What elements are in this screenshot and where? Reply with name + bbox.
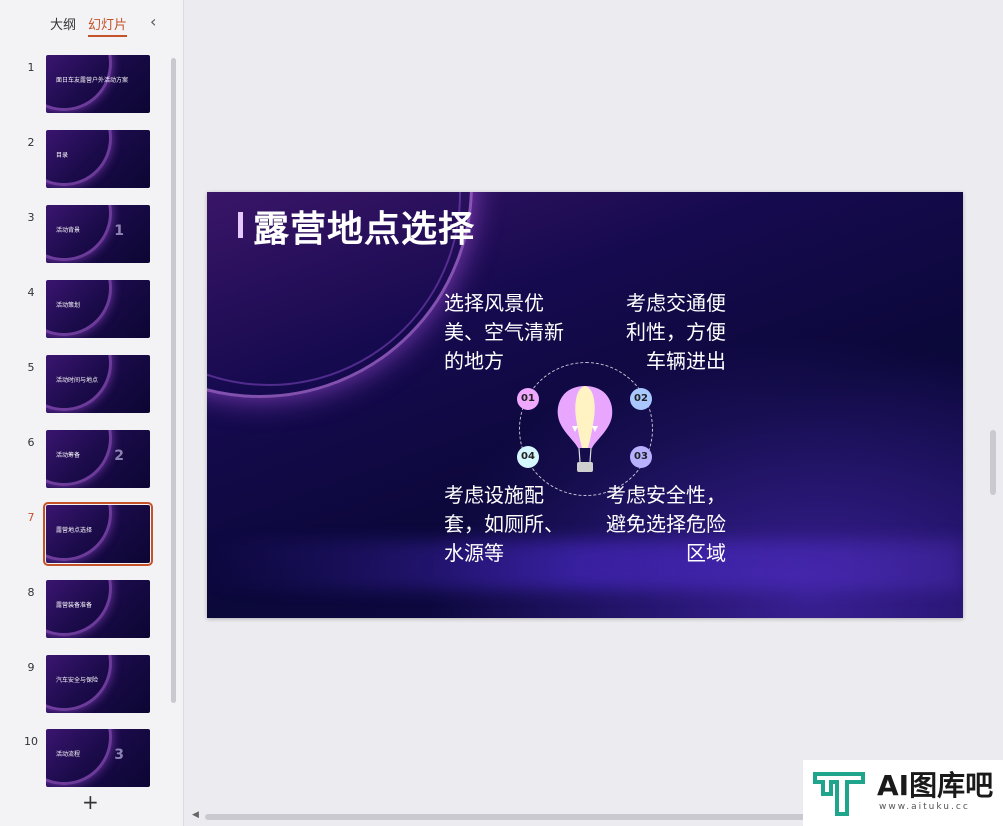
watermark-url: www.aituku.cc (879, 802, 970, 812)
thumbnail-title: 活动背景 (56, 227, 81, 234)
thumbnail-row[interactable]: 9 汽车安全与保险 (0, 655, 170, 715)
thumbnail-title: 露营装备准备 (56, 602, 93, 609)
slide-thumbnail[interactable]: 汽车安全与保险 (46, 655, 150, 713)
watermark-logo-icon (813, 772, 865, 816)
horizontal-scrollbar[interactable] (205, 814, 805, 820)
slide-thumbnail-selected[interactable]: 露营地点选择 (43, 502, 153, 566)
title-accent-bar (238, 212, 243, 238)
watermark: AI图库吧 www.aituku.cc (803, 760, 1003, 826)
thumbnail-title: 活动时间与地点 (56, 377, 99, 384)
badge-02: 02 (630, 388, 652, 410)
thumbnail-number: 9 (27, 661, 35, 674)
thumbnail-number: 8 (27, 586, 35, 599)
slides-panel: 大纲 幻灯片 ‹ 1 面日车友露营户外活动方案 2 目录 3 活动背景 1 4 活… (0, 0, 184, 826)
thumbnail-row[interactable]: 8 露营装备准备 (0, 580, 170, 640)
current-slide[interactable]: 露营地点选择 选择风景优美、空气清新的地方 考虑交通便利性，方便车辆进出 考虑设… (207, 192, 963, 618)
thumbnail-title: 面日车友露营户外活动方案 (56, 77, 129, 84)
thumbnail-title: 露营地点选择 (56, 527, 93, 534)
tab-outline[interactable]: 大纲 (50, 14, 76, 37)
thumbnail-row[interactable]: 2 目录 (0, 130, 170, 190)
thumbnail-number: 10 (24, 735, 38, 748)
text-block-bottom-right[interactable]: 考虑安全性，避免选择危险区域 (590, 481, 726, 568)
scroll-left-icon[interactable]: ◀ (192, 810, 199, 820)
thumbnail-number: 2 (27, 136, 35, 149)
text-block-bottom-left[interactable]: 考虑设施配套，如厕所、水源等 (444, 481, 569, 568)
watermark-text: AI图库吧 (877, 769, 994, 802)
thumbnail-number: 7 (27, 511, 35, 524)
badge-03: 03 (630, 446, 652, 468)
slide-thumbnail[interactable]: 活动筹备 2 (46, 430, 150, 488)
badge-01: 01 (517, 388, 539, 410)
panel-scrollbar[interactable] (171, 58, 176, 703)
slide-thumbnail[interactable]: 目录 (46, 130, 150, 188)
thumbnail-title: 目录 (56, 152, 69, 159)
thumbnail-section-number: 3 (114, 747, 124, 763)
thumbnail-title: 活动流程 (56, 751, 81, 758)
thumbnail-row[interactable]: 1 面日车友露营户外活动方案 (0, 55, 170, 115)
tab-slides[interactable]: 幻灯片 (88, 14, 128, 37)
thumbnail-title: 活动策划 (56, 302, 81, 309)
panel-tabs: 大纲 幻灯片 (50, 14, 128, 37)
add-slide-button[interactable]: + (82, 790, 99, 814)
thumbnail-section-number: 1 (114, 223, 124, 239)
hot-air-balloon-icon (557, 386, 613, 472)
collapse-panel-icon[interactable]: ‹ (150, 12, 156, 31)
thumbnail-row[interactable]: 4 活动策划 (0, 280, 170, 340)
thumbnail-number: 6 (27, 436, 35, 449)
slide-title[interactable]: 露营地点选择 (253, 200, 475, 252)
thumbnail-number: 3 (27, 211, 35, 224)
slide-thumbnail[interactable]: 露营装备准备 (46, 580, 150, 638)
thumbnail-title: 活动筹备 (56, 452, 81, 459)
slide-thumbnail[interactable]: 活动时间与地点 (46, 355, 150, 413)
vertical-scrollbar[interactable] (990, 430, 996, 495)
text-block-top-left[interactable]: 选择风景优美、空气清新的地方 (444, 289, 569, 376)
thumbnail-row[interactable]: 6 活动筹备 2 (0, 430, 170, 490)
thumbnail-number: 4 (27, 286, 35, 299)
thumbnail-row[interactable]: 10 活动流程 3 (0, 729, 170, 789)
thumbnail-title: 汽车安全与保险 (56, 677, 99, 684)
slide-thumbnail[interactable]: 活动流程 3 (46, 729, 150, 787)
slide-thumbnail[interactable]: 活动策划 (46, 280, 150, 338)
thumbnail-number: 1 (27, 61, 35, 74)
thumbnail-row-selected[interactable]: 7 露营地点选择 (0, 502, 170, 566)
decorative-glow (207, 540, 963, 590)
slide-thumbnail[interactable]: 活动背景 1 (46, 205, 150, 263)
thumbnail-row[interactable]: 5 活动时间与地点 (0, 355, 170, 415)
thumbnail-row[interactable]: 3 活动背景 1 (0, 205, 170, 265)
slide-thumbnail[interactable]: 面日车友露营户外活动方案 (46, 55, 150, 113)
text-block-top-right[interactable]: 考虑交通便利性，方便车辆进出 (610, 289, 726, 376)
thumbnail-section-number: 2 (114, 448, 124, 464)
badge-04: 04 (517, 446, 539, 468)
thumbnail-number: 5 (27, 361, 35, 374)
